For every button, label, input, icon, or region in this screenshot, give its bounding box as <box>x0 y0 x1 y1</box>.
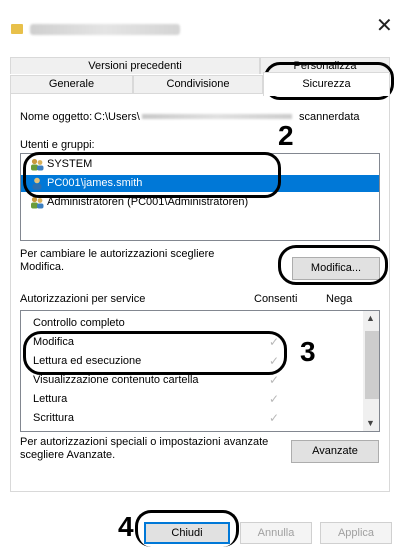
groups-label: Utenti e gruppi: <box>20 139 95 151</box>
tab-sharing[interactable]: Condivisione <box>133 75 263 93</box>
callout-ring-close-button <box>135 510 239 547</box>
close-window-button[interactable]: ✕ <box>376 14 393 38</box>
permission-row: Lettura ✓ <box>21 391 361 409</box>
allow-check-icon: ✓ <box>269 392 280 406</box>
allow-column-header: Consenti <box>254 293 298 305</box>
apply-button[interactable]: Applica <box>320 522 392 544</box>
object-path-suffix: scannerdata <box>299 111 360 123</box>
cancel-button[interactable]: Annulla <box>240 522 312 544</box>
callout-ring-permissions <box>23 331 287 375</box>
allow-check-icon: ✓ <box>269 373 280 387</box>
callout-number-3: 3 <box>300 336 316 367</box>
advanced-hint: Per autorizzazioni speciali o impostazio… <box>20 436 269 461</box>
scroll-down-icon[interactable]: ▼ <box>366 418 375 428</box>
permission-row: Scrittura ✓ <box>21 410 361 428</box>
title-bar <box>0 0 395 42</box>
object-path-prefix: C:\Users\ <box>94 111 140 123</box>
callout-ring-user-selection <box>23 152 281 198</box>
permission-name: Controllo completo <box>33 317 125 329</box>
callout-ring-modify-button <box>278 245 388 285</box>
permissions-header: Autorizzazioni per service <box>20 293 146 305</box>
permission-name: Visualizzazione contenuto cartella <box>33 374 199 386</box>
scrollbar-thumb[interactable] <box>365 331 379 399</box>
folder-icon <box>11 24 23 34</box>
tab-general[interactable]: Generale <box>10 75 133 93</box>
tab-previous-versions[interactable]: Versioni precedenti <box>10 57 260 74</box>
permission-name: Scrittura <box>33 412 74 424</box>
window-title-blurred <box>30 24 180 35</box>
object-path-redacted <box>142 114 292 119</box>
tab-security[interactable]: Sicurezza <box>263 72 390 96</box>
advanced-button[interactable]: Avanzate <box>291 440 379 463</box>
object-name-label: Nome oggetto: <box>20 111 93 123</box>
callout-number-2: 2 <box>278 120 294 151</box>
change-permissions-hint: Per cambiare le autorizzazioni scegliere… <box>20 248 215 273</box>
scroll-up-icon[interactable]: ▲ <box>366 313 375 323</box>
permission-name: Lettura <box>33 393 68 405</box>
allow-check-icon: ✓ <box>269 411 280 425</box>
callout-number-4: 4 <box>118 511 134 542</box>
deny-column-header: Nega <box>326 293 353 305</box>
